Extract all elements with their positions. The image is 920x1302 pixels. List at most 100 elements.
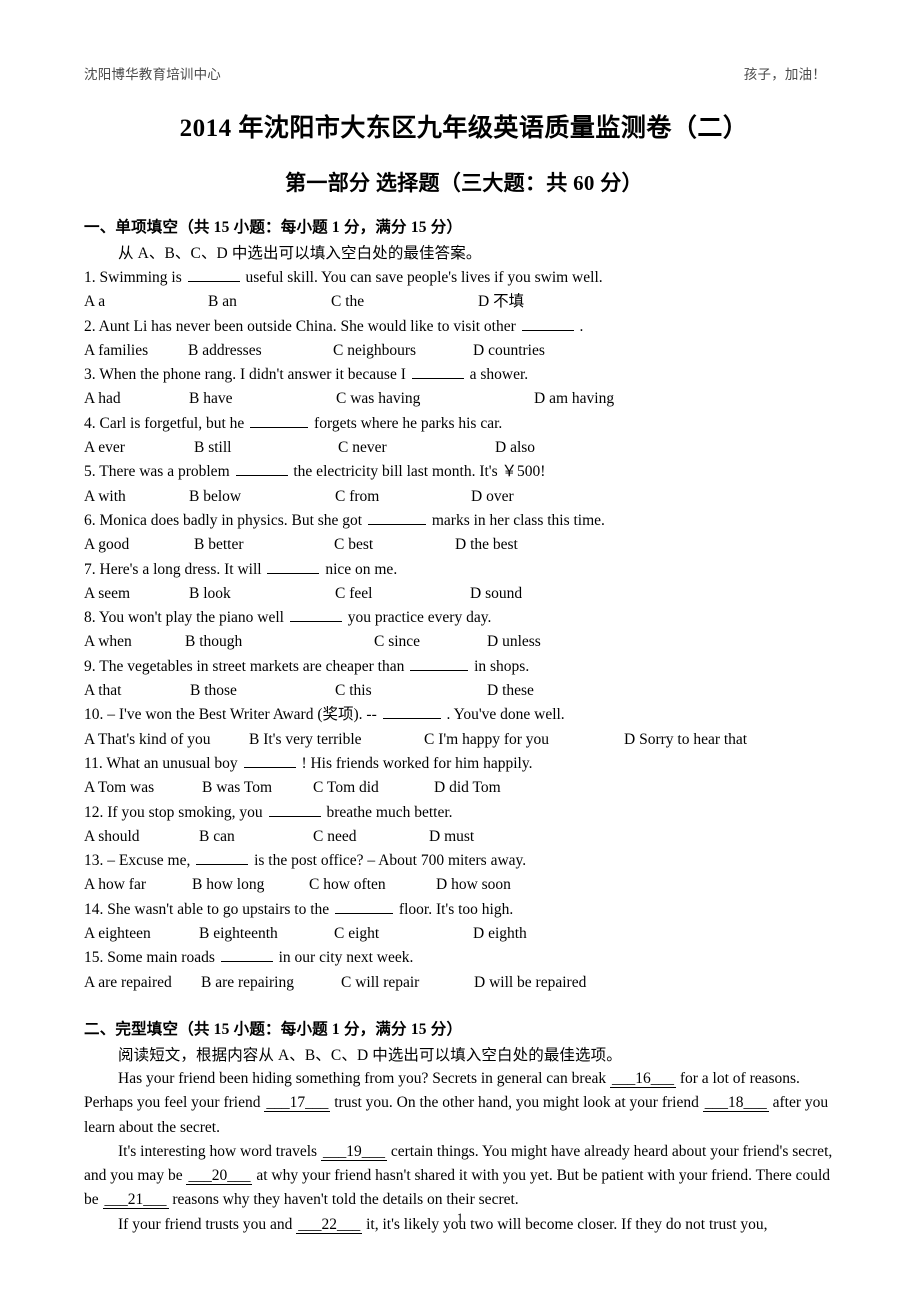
option-choice[interactable]: D must [429,825,474,849]
option-choice[interactable]: C was having [336,387,420,411]
exam-page: 沈阳博华教育培训中心 孩子，加油！ 2014 年沈阳市大东区九年级英语质量监测卷… [0,0,920,1302]
option-choice[interactable]: A seem [84,582,130,606]
question-stem: 7. Here's a long dress. It will nice on … [84,558,844,582]
option-row: A eighteen B eighteenth C eight D eighth [84,922,844,946]
option-choice[interactable]: B was Tom [202,776,272,800]
option-choice[interactable]: A with [84,485,126,509]
option-choice[interactable]: A should [84,825,140,849]
cloze-blank[interactable]: ___19___ [320,1142,387,1161]
option-choice[interactable]: B eighteenth [199,922,278,946]
option-choice[interactable]: C how often [309,873,386,897]
question-stem: 4. Carl is forgetful, but he forgets whe… [84,412,844,436]
option-choice[interactable]: D did Tom [434,776,501,800]
option-choice[interactable]: C never [338,436,387,460]
option-choice[interactable]: B addresses [188,339,262,363]
option-choice[interactable]: C best [334,533,373,557]
option-choice[interactable]: B below [189,485,241,509]
option-choice[interactable]: C from [335,485,379,509]
question-list: 1. Swimming is useful skill. You can sav… [84,266,844,995]
option-choice[interactable]: B how long [192,873,264,897]
option-choice[interactable]: D also [495,436,535,460]
option-choice[interactable]: B look [189,582,231,606]
option-choice[interactable]: B those [190,679,237,703]
option-choice[interactable]: A That's kind of you [84,728,211,752]
option-choice[interactable]: D these [487,679,534,703]
option-choice[interactable]: B an [208,290,237,314]
answer-blank[interactable] [267,558,320,574]
option-choice[interactable]: A families [84,339,148,363]
option-choice[interactable]: A are repaired [84,971,172,995]
option-choice[interactable]: D 不填 [478,290,524,314]
option-choice[interactable]: A that [84,679,121,703]
question-item: 13. – Excuse me, is the post office? – A… [84,849,844,898]
option-choice[interactable]: C need [313,825,356,849]
option-choice[interactable]: B better [194,533,244,557]
answer-blank[interactable] [335,898,394,914]
question-stem-after: is the post office? – About 700 miters a… [250,852,527,870]
option-choice[interactable]: C will repair [341,971,419,995]
option-choice[interactable]: D over [471,485,514,509]
option-choice[interactable]: A a [84,290,105,314]
answer-blank[interactable] [368,510,426,525]
option-choice[interactable]: C eight [334,922,379,946]
answer-blank[interactable] [268,801,321,817]
option-choice[interactable]: D eighth [473,922,527,946]
answer-blank[interactable] [289,607,342,623]
section-heading-single-choice: 一、单项填空（共 15 小题：每小题 1 分，满分 15 分） [84,219,463,236]
option-choice[interactable]: C I'm happy for you [424,728,549,752]
answer-blank[interactable] [235,461,288,477]
option-choice[interactable]: C this [335,679,372,703]
option-choice[interactable]: D unless [487,630,541,654]
option-choice[interactable]: C since [374,630,420,654]
cloze-blank[interactable]: ___20___ [186,1167,253,1186]
option-choice[interactable]: A good [84,533,129,557]
option-choice[interactable]: D countries [473,339,545,363]
option-choice[interactable]: A ever [84,436,125,460]
answer-blank[interactable] [411,364,464,380]
answer-blank[interactable] [187,267,240,282]
option-choice[interactable]: D am having [534,387,614,411]
cloze-blank[interactable]: ___21___ [102,1191,169,1210]
option-choice[interactable]: C neighbours [333,339,416,363]
option-choice[interactable]: A when [84,630,132,654]
answer-blank[interactable] [410,656,469,671]
question-stem: 13. – Excuse me, is the post office? – A… [84,849,844,873]
option-choice[interactable]: C feel [335,582,372,606]
answer-blank[interactable] [382,704,441,720]
option-choice[interactable]: C the [331,290,364,314]
option-choice[interactable]: A had [84,387,121,411]
option-choice[interactable]: C Tom did [313,776,379,800]
option-choice[interactable]: B still [194,436,231,460]
answer-blank[interactable] [243,753,296,768]
cloze-blank[interactable]: ___17___ [264,1094,331,1113]
question-stem-before: 3. When the phone rang. I didn't answer … [84,366,410,384]
question-item: 4. Carl is forgetful, but he forgets whe… [84,412,844,461]
option-choice[interactable]: D the best [455,533,518,557]
option-choice[interactable]: D will be repaired [474,971,586,995]
question-stem-after: the electricity bill last month. It's ￥5… [289,463,546,481]
question-stem-before: 14. She wasn't able to go upstairs to th… [84,900,334,918]
option-choice[interactable]: D sound [470,582,522,606]
option-choice[interactable]: A Tom was [84,776,154,800]
question-stem: 14. She wasn't able to go upstairs to th… [84,898,844,922]
question-stem-before: 2. Aunt Li has never been outside China.… [84,317,520,335]
cloze-blank[interactable]: ___16___ [609,1069,676,1088]
option-choice[interactable]: B It's very terrible [249,728,362,752]
answer-blank[interactable] [521,315,574,331]
option-row: A a B an C the D 不填 [84,290,844,314]
answer-blank[interactable] [250,413,309,428]
question-stem-before: 11. What an unusual boy [84,754,242,772]
option-choice[interactable]: A eighteen [84,922,151,946]
cloze-blank[interactable]: ___18___ [702,1094,769,1113]
question-item: 11. What an unusual boy ! His friends wo… [84,752,844,801]
answer-blank[interactable] [196,850,249,866]
question-stem-before: 1. Swimming is [84,269,186,286]
answer-blank[interactable] [220,947,273,963]
option-choice[interactable]: B are repairing [201,971,294,995]
option-choice[interactable]: B can [199,825,235,849]
option-choice[interactable]: B though [185,630,242,654]
option-choice[interactable]: B have [189,387,232,411]
option-choice[interactable]: D Sorry to hear that [624,728,747,752]
option-choice[interactable]: D how soon [436,873,511,897]
option-choice[interactable]: A how far [84,873,146,897]
